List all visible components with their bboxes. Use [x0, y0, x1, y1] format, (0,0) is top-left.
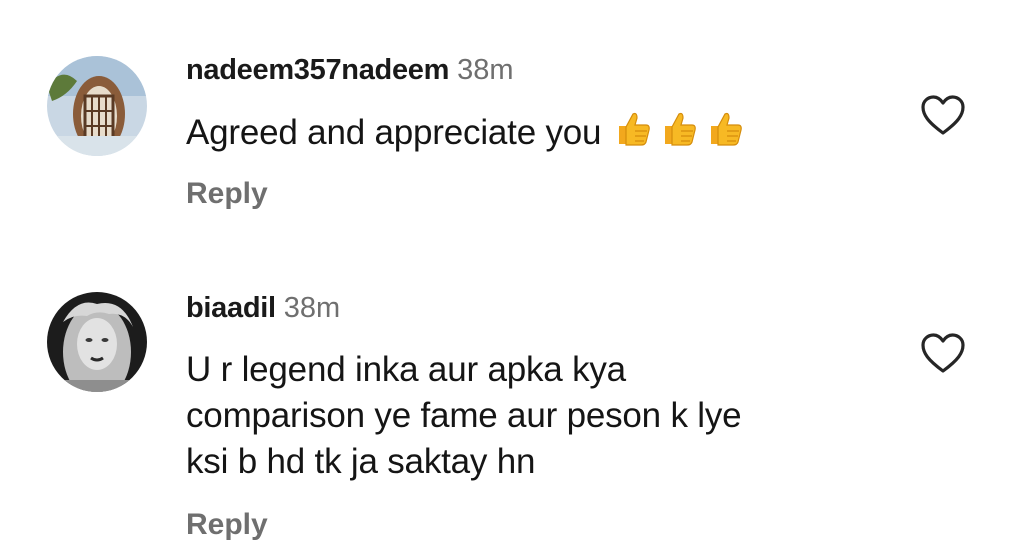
- reply-button[interactable]: Reply: [186, 507, 268, 543]
- comment-text-line: comparison ye fame aur peson k lye: [186, 396, 742, 435]
- username[interactable]: nadeem357nadeem: [186, 54, 449, 86]
- comment-header: biaadil 38m: [186, 290, 340, 326]
- heart-outline-icon[interactable]: [920, 332, 966, 374]
- emoji-group: [613, 108, 751, 160]
- comment-text-line: U r legend inka aur apka kya: [186, 350, 626, 389]
- thumbs-up-icon: [665, 112, 697, 146]
- thumbs-up-icon: [619, 112, 651, 146]
- comment-item: nadeem357nadeem 38m Agreed and appreciate…: [0, 0, 1024, 260]
- comment-text-content: Agreed and appreciate you: [186, 113, 602, 152]
- comment-text: U r legend inka aur apka kya comparison …: [186, 347, 846, 485]
- comment-text-line: ksi b hd tk ja saktay hn: [186, 442, 536, 481]
- reply-button[interactable]: Reply: [186, 176, 268, 212]
- username[interactable]: biaadil: [186, 292, 276, 324]
- comment-header: nadeem357nadeem 38m: [186, 52, 514, 88]
- heart-outline-icon[interactable]: [920, 94, 966, 136]
- comment-item: biaadil 38m U r legend inka aur apka kya …: [0, 260, 1024, 559]
- timestamp: 38m: [457, 54, 514, 86]
- avatar[interactable]: [47, 56, 147, 156]
- avatar[interactable]: [47, 292, 147, 392]
- thumbs-up-icon: [711, 112, 743, 146]
- comment-text: Agreed and appreciate you: [186, 108, 866, 160]
- timestamp: 38m: [283, 292, 341, 324]
